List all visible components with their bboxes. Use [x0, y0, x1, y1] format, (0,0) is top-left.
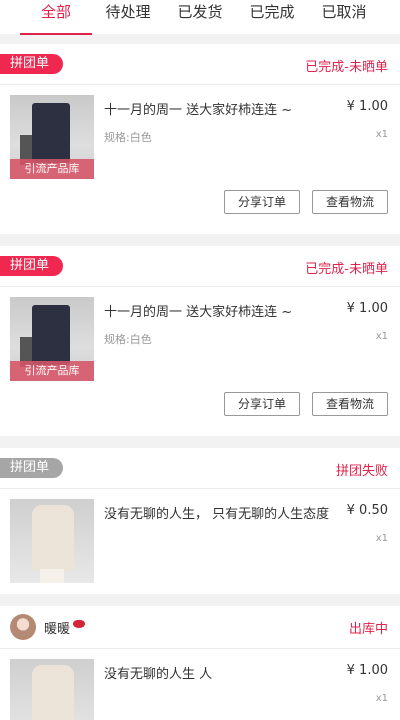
group-order-tag: 拼团单 [0, 458, 64, 478]
product-title: 十一月的周一 送大家好柿连连 ~ [104, 305, 293, 320]
product-price: ¥ 0.50 [346, 503, 388, 518]
order-card-header: 拼团单 拼团失败 [0, 448, 400, 488]
order-actions: 分享订单 查看物流 [0, 380, 400, 428]
pants-shape [32, 305, 70, 365]
order-item[interactable]: 没有无聊的人生， 只有无聊的人生态度 ¥ 0.50 x1 [0, 488, 400, 583]
product-thumbnail[interactable] [10, 499, 94, 583]
tab-shipped[interactable]: 已发货 [164, 0, 236, 34]
tab-all[interactable]: 全部 [20, 0, 92, 35]
order-card[interactable]: 拼团单 拼团失败 没有无聊的人生， 只有无聊的人生态度 ¥ 0.50 x1 [0, 448, 400, 594]
product-quantity: x1 [375, 129, 388, 140]
order-status: 拼团失败 [335, 464, 388, 479]
product-quantity: x1 [375, 693, 388, 704]
tab-cancelled[interactable]: 已取消 [308, 0, 380, 34]
order-status: 已完成-未晒单 [305, 262, 388, 277]
order-card-header: 暖暖 出库中 [0, 606, 400, 648]
view-logistics-button[interactable]: 查看物流 [312, 392, 388, 416]
order-actions: 分享订单 查看物流 [0, 178, 400, 226]
tab-pending[interactable]: 待处理 [92, 0, 164, 34]
coat-hem-shape [40, 569, 64, 583]
order-item[interactable]: 引流产品库 十一月的周一 送大家好柿连连 ~ 规格:白色 ¥ 1.00 x1 [0, 84, 400, 179]
product-title: 没有无聊的人生， 只有无聊的人生态度 [104, 507, 330, 522]
product-spec: 规格:白色 [104, 333, 152, 346]
order-item[interactable]: 没有无聊的人生 人 ¥ 1.00 x1 [0, 648, 400, 720]
order-status-tabs: 全部 待处理 已发货 已完成 已取消 [0, 0, 400, 35]
product-title: 没有无聊的人生 人 [104, 667, 213, 682]
user-avatar[interactable] [10, 614, 36, 640]
order-card[interactable]: 拼团单 已完成-未晒单 引流产品库 十一月的周一 送大家好柿连连 ~ 规格:白色… [0, 246, 400, 436]
product-quantity: x1 [375, 533, 388, 544]
order-card[interactable]: 暖暖 出库中 没有无聊的人生 人 ¥ 1.00 x1 [0, 606, 400, 720]
thumbnail-label: 引流产品库 [10, 159, 94, 179]
product-price: ¥ 1.00 [346, 663, 388, 678]
product-title: 十一月的周一 送大家好柿连连 ~ [104, 103, 293, 118]
coat-shape [32, 665, 74, 720]
group-order-tag: 拼团单 [0, 54, 64, 74]
order-card-header: 拼团单 已完成-未晒单 [0, 246, 400, 286]
product-spec: 规格:白色 [104, 131, 152, 144]
thumbnail-label: 引流产品库 [10, 361, 94, 381]
order-status: 出库中 [348, 622, 388, 637]
product-price: ¥ 1.00 [346, 301, 388, 316]
order-status: 已完成-未晒单 [305, 60, 388, 75]
share-order-button[interactable]: 分享订单 [224, 190, 300, 214]
user-nickname: 暖暖 [44, 622, 71, 637]
product-thumbnail[interactable]: 引流产品库 [10, 95, 94, 179]
order-item[interactable]: 引流产品库 十一月的周一 送大家好柿连连 ~ 规格:白色 ¥ 1.00 x1 [0, 286, 400, 381]
product-thumbnail[interactable]: 引流产品库 [10, 297, 94, 381]
lips-icon [73, 620, 85, 628]
product-quantity: x1 [375, 331, 388, 342]
share-order-button[interactable]: 分享订单 [224, 392, 300, 416]
product-price: ¥ 1.00 [346, 99, 388, 114]
pants-shape [32, 103, 70, 163]
view-logistics-button[interactable]: 查看物流 [312, 190, 388, 214]
group-order-tag: 拼团单 [0, 256, 64, 276]
product-thumbnail[interactable] [10, 659, 94, 720]
coat-shape [32, 505, 74, 571]
tab-completed[interactable]: 已完成 [236, 0, 308, 34]
order-card-header: 拼团单 已完成-未晒单 [0, 44, 400, 84]
order-card[interactable]: 拼团单 已完成-未晒单 引流产品库 十一月的周一 送大家好柿连连 ~ 规格:白色… [0, 44, 400, 234]
